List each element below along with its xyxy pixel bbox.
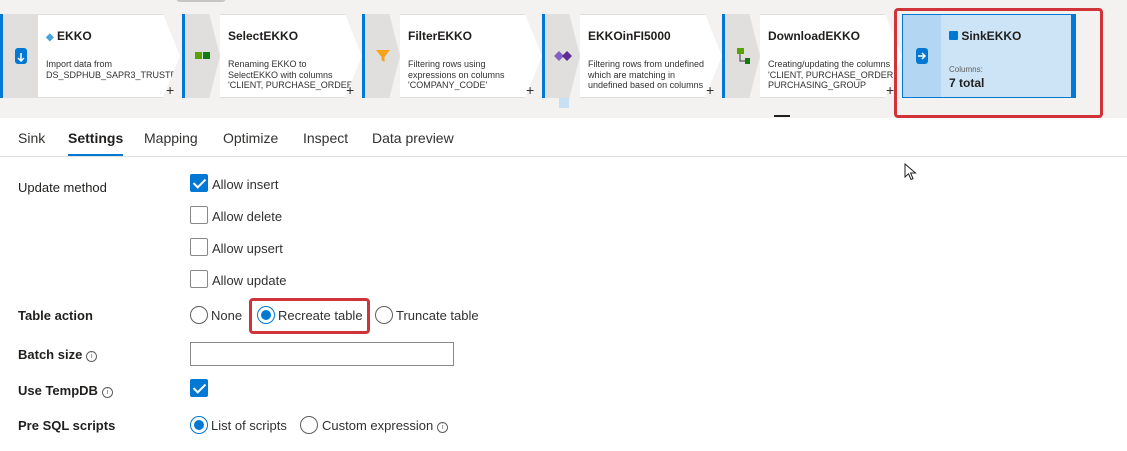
allow-delete-checkbox[interactable] [190, 206, 208, 224]
info-icon[interactable]: i [86, 351, 98, 362]
use-tempdb-checkbox[interactable] [190, 379, 208, 397]
canvas-toolbar-handle[interactable] [176, 0, 226, 2]
tab-optimize[interactable]: Optimize [223, 130, 278, 156]
add-step-button[interactable]: + [346, 82, 354, 98]
node-selectekko[interactable]: SelectEKKO Renaming EKKO to SelectEKKO w… [182, 14, 362, 98]
tab-sink[interactable]: Sink [18, 130, 45, 156]
node-description: Filtering rows from undefined which are … [588, 59, 705, 90]
add-step-button[interactable]: + [166, 82, 174, 98]
table-action-truncate-label: Truncate table [396, 308, 479, 323]
dataset-icon: ◆ [46, 32, 54, 43]
select-icon [182, 14, 220, 98]
node-ekkoinfi5000[interactable]: EKKOinFI5000 Filtering rows from undefin… [542, 14, 722, 98]
allow-update-label: Allow update [212, 273, 287, 288]
list-of-scripts-label: List of scripts [211, 418, 287, 433]
node-title: DownloadEKKO [768, 29, 860, 43]
allow-insert-label: Allow insert [212, 177, 279, 192]
node-ekko[interactable]: ◆ EKKO Import data from DS_SDPHUB_SAPR3_… [0, 14, 180, 98]
node-title: SelectEKKO [228, 29, 299, 43]
settings-tabs: Sink Settings Mapping Optimize Inspect D… [0, 120, 1127, 157]
info-icon[interactable]: i [101, 387, 113, 398]
node-description: Filtering rows using expressions on colu… [408, 59, 505, 90]
node-description: Creating/updating the columns 'CLIENT, P… [768, 59, 896, 90]
recreate-table-highlight [249, 298, 370, 334]
add-step-button[interactable]: + [706, 82, 714, 98]
source-icon [0, 14, 38, 98]
node-title: FilterEKKO [408, 29, 473, 43]
pre-sql-scripts-label: Pre SQL scripts [18, 418, 116, 433]
custom-expression-radio[interactable] [300, 416, 318, 434]
update-method-label: Update method [18, 180, 107, 195]
tab-inspect[interactable]: Inspect [303, 130, 348, 156]
table-action-none-radio[interactable] [190, 306, 208, 324]
add-step-button[interactable]: + [526, 82, 534, 98]
batch-size-label: Batch size i [18, 347, 98, 362]
list-of-scripts-radio[interactable] [190, 416, 208, 434]
allow-upsert-label: Allow upsert [212, 241, 283, 256]
node-description: Renaming EKKO to SelectEKKO with columns… [228, 59, 354, 90]
node-title: EKKO [57, 29, 92, 43]
node-description: Import data from DS_SDPHUB_SAPR3_TRUSTED [46, 59, 174, 80]
allow-upsert-checkbox[interactable] [190, 238, 208, 256]
sink-node-highlight [894, 8, 1103, 118]
table-action-label: Table action [18, 308, 93, 323]
mouse-cursor-icon [904, 163, 917, 181]
filter-icon [362, 14, 400, 98]
allow-insert-checkbox[interactable] [190, 174, 208, 192]
branch-connector [559, 98, 569, 108]
derive-icon [722, 14, 760, 98]
info-icon[interactable]: i [437, 422, 449, 433]
batch-size-input[interactable] [190, 342, 454, 366]
node-title: EKKOinFI5000 [588, 29, 671, 43]
allow-update-checkbox[interactable] [190, 270, 208, 288]
resize-handle[interactable] [774, 115, 790, 117]
table-action-none-label: None [211, 308, 243, 323]
tab-settings[interactable]: Settings [68, 130, 124, 156]
node-filterekko[interactable]: FilterEKKO Filtering rows using expressi… [362, 14, 542, 98]
node-downloadekko[interactable]: DownloadEKKO Creating/updating the colum… [722, 14, 902, 98]
tab-mapping[interactable]: Mapping [144, 130, 198, 156]
tab-data-preview[interactable]: Data preview [372, 130, 454, 156]
table-action-truncate-radio[interactable] [375, 306, 393, 324]
exists-icon [542, 14, 580, 98]
allow-delete-label: Allow delete [212, 209, 283, 224]
custom-expression-label: Custom expression i [322, 418, 449, 433]
add-step-button[interactable]: + [886, 82, 894, 98]
use-tempdb-label: Use TempDB i [18, 383, 113, 398]
